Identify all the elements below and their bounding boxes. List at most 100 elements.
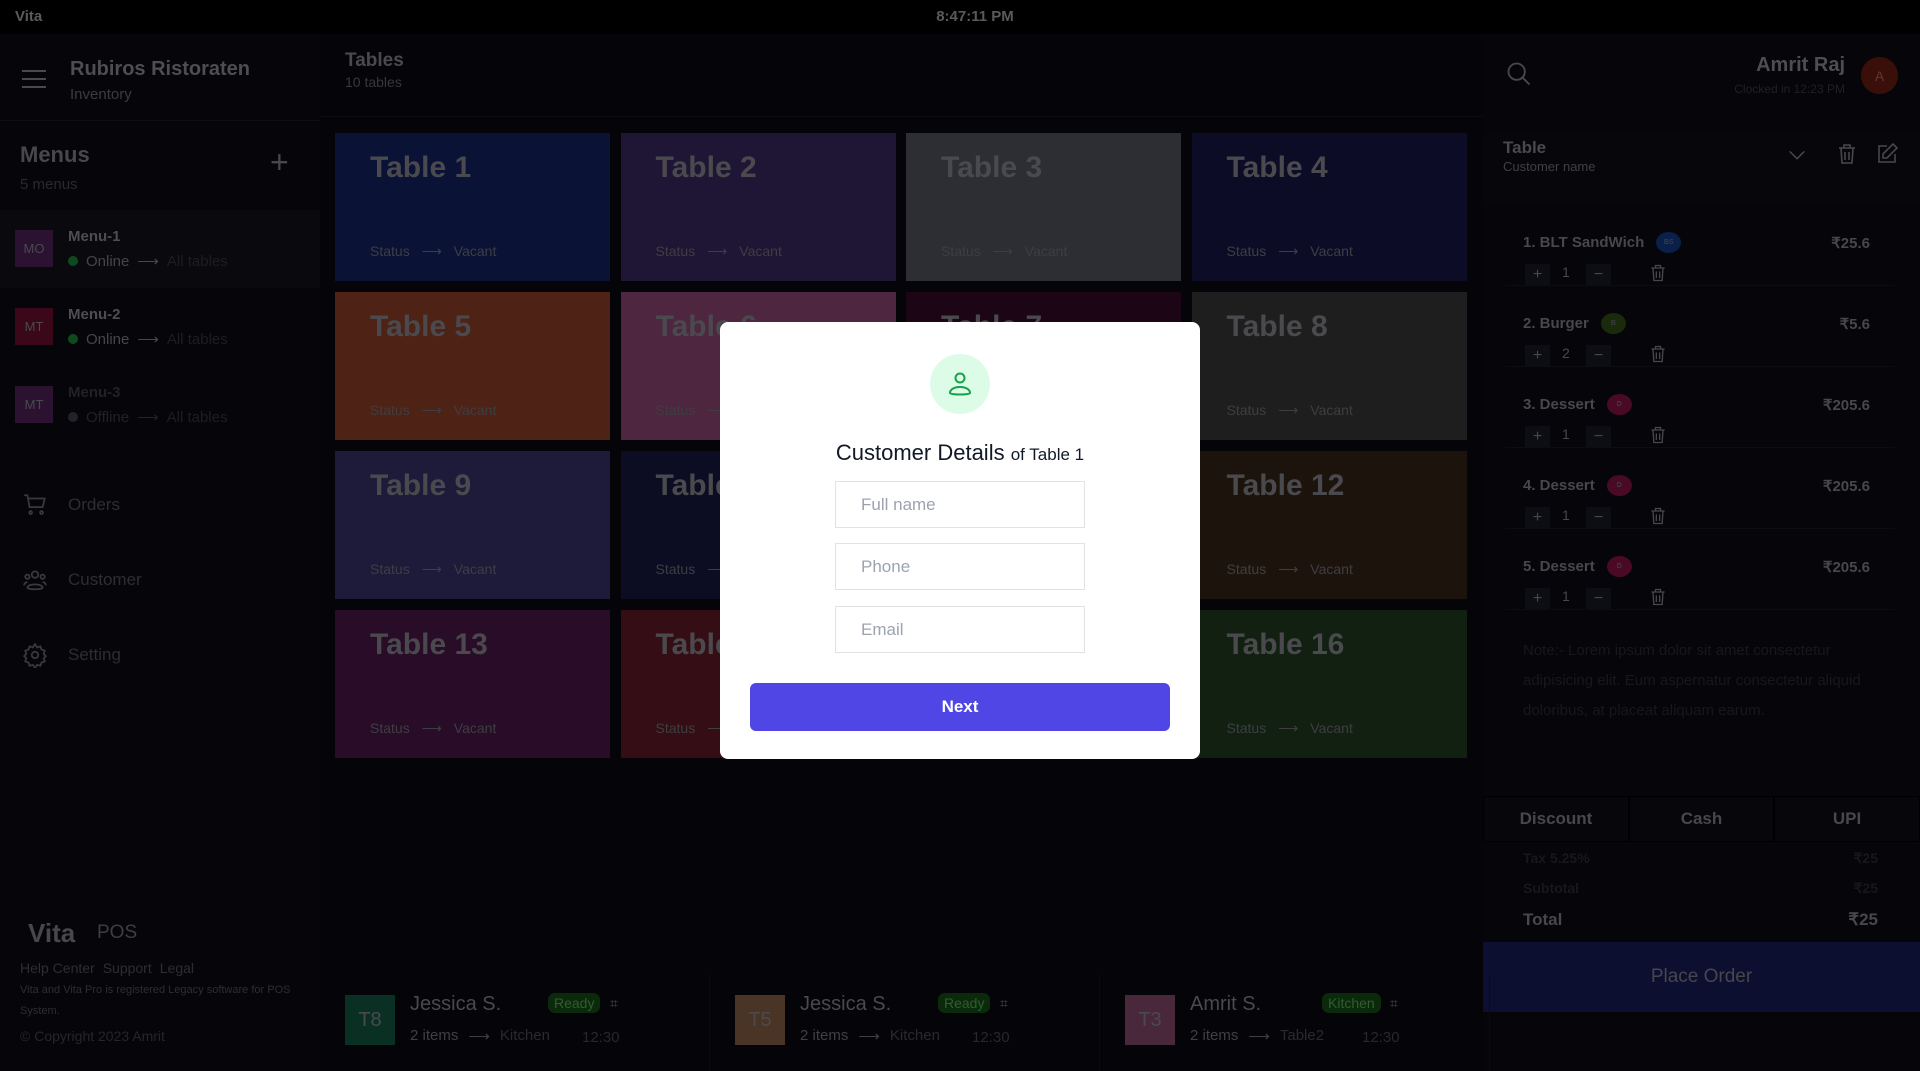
nav-label: Orders: [68, 495, 120, 514]
gear-icon: [22, 642, 48, 668]
item-price: ₹205.6: [1822, 478, 1870, 495]
order-card[interactable]: T8 Jessica S. Ready ⌗ 2 items ⟶ Kitchen 12:30: [320, 975, 710, 1071]
decrement-button[interactable]: −: [1586, 264, 1611, 285]
decrement-button[interactable]: −: [1586, 588, 1611, 609]
user-icon: [930, 354, 990, 414]
increment-button[interactable]: +: [1525, 345, 1550, 366]
add-menu-button[interactable]: +: [270, 146, 289, 178]
trash-icon[interactable]: [1648, 424, 1668, 451]
table-tile[interactable]: Table 8 Status ⟶ Vacant: [1191, 292, 1467, 440]
nav-orders[interactable]: Orders: [22, 492, 120, 518]
phone-input[interactable]: [835, 543, 1085, 590]
hamburger-menu-icon[interactable]: [22, 70, 46, 94]
table-tile[interactable]: Table 13 Status ⟶ Vacant: [335, 610, 610, 758]
email-input[interactable]: [835, 606, 1085, 653]
avatar[interactable]: A: [1861, 57, 1898, 94]
copyright: © Copyright 2023 Amrit: [20, 1028, 165, 1044]
increment-button[interactable]: +: [1525, 426, 1550, 447]
footer-product: POS: [97, 922, 138, 943]
menu-item[interactable]: MT Menu-3 Offline ⟶ All tables: [0, 366, 320, 444]
menu-item[interactable]: MT Menu-2 Online ⟶ All tables: [0, 288, 320, 366]
place-order-button[interactable]: Place Order: [1483, 942, 1920, 1012]
order-destination: Table2: [1279, 1027, 1325, 1044]
subtotal-label: Subtotal: [1523, 880, 1579, 896]
decrement-button[interactable]: −: [1586, 345, 1611, 366]
status-text: Online: [86, 330, 130, 348]
search-icon[interactable]: [1505, 60, 1533, 88]
edit-icon[interactable]: [1875, 142, 1899, 166]
qr-code-icon[interactable]: ⌗: [1000, 995, 1008, 1012]
menu-item[interactable]: MO Menu-1 Online ⟶ All tables: [0, 210, 320, 288]
order-table-avatar: T5: [735, 995, 785, 1045]
decrement-button[interactable]: −: [1586, 507, 1611, 528]
nav-setting[interactable]: Setting: [22, 642, 121, 668]
order-time: 12:30: [1362, 1029, 1400, 1046]
table-tile[interactable]: Table 1 Status ⟶ Vacant: [335, 133, 610, 281]
status-dot-icon: [68, 334, 78, 344]
order-destination: Kitchen: [889, 1027, 940, 1044]
discount-button[interactable]: Discount: [1483, 796, 1629, 842]
arrow-right-icon: ⟶: [468, 1028, 490, 1045]
status-dot-icon: [68, 256, 78, 266]
increment-button[interactable]: +: [1525, 588, 1550, 609]
cash-button[interactable]: Cash: [1629, 796, 1774, 842]
order-customer: Jessica S.: [410, 993, 502, 1015]
arrow-right-icon: ⟶: [1278, 402, 1299, 418]
order-panel: Amrit Raj Clocked in 12:23 PM A Table Cu…: [1483, 34, 1920, 1071]
nav-customer[interactable]: Customer: [22, 567, 142, 593]
customer-details-modal: Customer Details of Table 1 Next: [720, 322, 1200, 759]
increment-button[interactable]: +: [1525, 507, 1550, 528]
order-status-badge: Kitchen: [1322, 993, 1381, 1013]
item-name: 1. BLT SandWich BS: [1523, 232, 1682, 253]
table-name: Table 4: [1226, 151, 1328, 184]
table-name: Table 13: [370, 628, 488, 661]
status-value: Vacant: [1310, 720, 1353, 736]
legal-link[interactable]: Legal: [160, 960, 194, 976]
trash-icon[interactable]: [1648, 343, 1668, 370]
status-label: Status: [655, 561, 696, 577]
status-label: Status: [941, 243, 981, 259]
item-price: ₹205.6: [1822, 559, 1870, 576]
support-link[interactable]: Support: [103, 960, 152, 976]
order-card[interactable]: T3 Amrit S. Kitchen ⌗ 2 items ⟶ Table2 12:30: [1100, 975, 1490, 1071]
menu-name: Menu-2: [68, 306, 121, 323]
trash-icon[interactable]: [1835, 142, 1859, 166]
item-name-text: 1. BLT SandWich: [1523, 234, 1645, 251]
increment-button[interactable]: +: [1525, 264, 1550, 285]
order-card[interactable]: T5 Jessica S. Ready ⌗ 2 items ⟶ Kitchen 12:30: [710, 975, 1100, 1071]
menu-avatar: MT: [15, 386, 53, 423]
table-tile[interactable]: Table 12 Status ⟶ Vacant: [1191, 451, 1467, 599]
clock: 8:47:11 PM: [936, 8, 1014, 25]
table-status: Status ⟶ Vacant: [941, 243, 1067, 260]
help-center-link[interactable]: Help Center: [20, 960, 95, 976]
qr-code-icon[interactable]: ⌗: [610, 995, 618, 1012]
next-button[interactable]: Next: [750, 683, 1170, 731]
table-tile[interactable]: Table 9 Status ⟶ Vacant: [335, 451, 610, 599]
status-dot-icon: [68, 412, 78, 422]
order-item: 4. Dessert D ₹205.6 +1−: [1505, 461, 1895, 529]
item-price: ₹25.6: [1831, 235, 1870, 252]
full-name-input[interactable]: [835, 481, 1085, 528]
table-name: Table 3: [941, 151, 1043, 184]
item-name: 4. Dessert D: [1523, 475, 1632, 496]
table-tile[interactable]: Table 16 Status ⟶ Vacant: [1191, 610, 1467, 758]
item-badge: D: [1606, 394, 1632, 415]
trash-icon[interactable]: [1648, 586, 1668, 613]
decrement-button[interactable]: −: [1586, 426, 1611, 447]
table-tile[interactable]: Table 4 Status ⟶ Vacant: [1191, 133, 1467, 281]
menu-name: Menu-3: [68, 384, 121, 401]
trash-icon[interactable]: [1648, 262, 1668, 289]
table-tile[interactable]: Table 5 Status ⟶ Vacant: [335, 292, 610, 440]
status-label: Status: [1226, 243, 1267, 259]
chevron-down-icon[interactable]: [1786, 144, 1808, 166]
customer-name: Customer name: [1503, 159, 1596, 174]
arrow-right-icon: ⟶: [421, 561, 442, 577]
menus-count: 5 menus: [20, 176, 78, 193]
trash-icon[interactable]: [1648, 505, 1668, 532]
qr-code-icon[interactable]: ⌗: [1390, 995, 1398, 1012]
arrow-right-icon: ⟶: [421, 243, 442, 259]
upi-button[interactable]: UPI: [1774, 796, 1920, 842]
table-tile[interactable]: Table 2 Status ⟶ Vacant: [620, 133, 896, 281]
table-tile[interactable]: Table 3 Status ⟶ Vacant: [906, 133, 1181, 281]
tax-value: ₹25: [1853, 850, 1878, 866]
